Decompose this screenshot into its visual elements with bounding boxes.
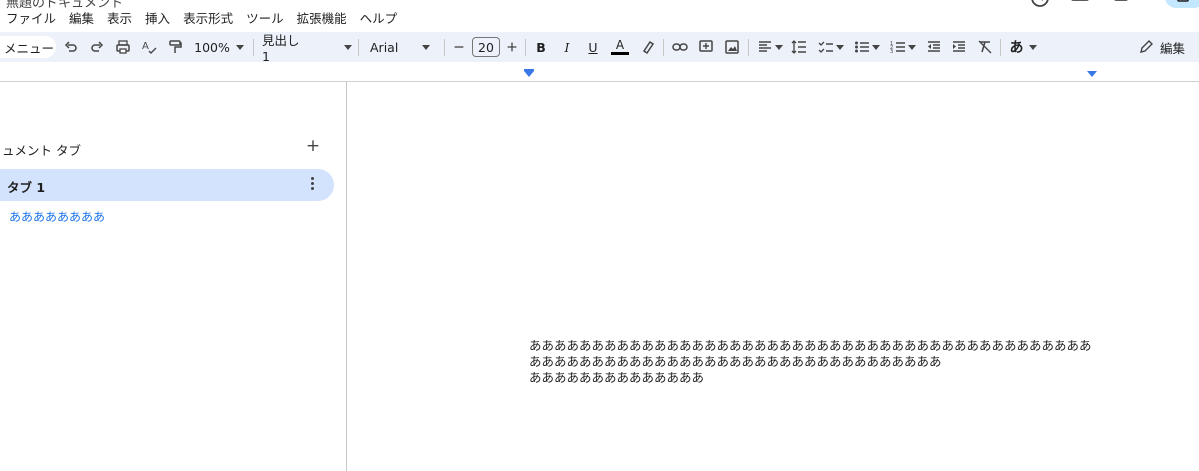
insert-image-button[interactable]: [723, 32, 741, 62]
more-vert-icon[interactable]: [308, 175, 316, 195]
sidebar-header: ュメント タブ: [2, 143, 81, 158]
top-right-actions: [999, 0, 1199, 12]
align-left-icon: [759, 41, 771, 52]
menu-format[interactable]: 表示形式: [183, 6, 239, 26]
menu-bar: ファイル 編集 表示 挿入 表示形式 ツール 拡張機能 ヘルプ: [0, 6, 410, 26]
bulleted-list-icon: [855, 41, 869, 53]
meet-icon[interactable]: [1113, 0, 1135, 12]
add-comment-button[interactable]: [697, 32, 715, 62]
divider: [358, 39, 359, 56]
paragraph-style-select[interactable]: 見出し 1: [262, 32, 352, 64]
divider: [525, 39, 526, 56]
ruler: [0, 62, 1199, 82]
left-indent-marker[interactable]: [524, 71, 534, 77]
checklist-icon: [818, 41, 833, 53]
chevron-down-icon: [908, 44, 916, 50]
outline-heading-link[interactable]: ああああああああ: [9, 208, 105, 225]
pencil-icon: [1140, 40, 1153, 53]
divider: [663, 39, 664, 56]
menu-help[interactable]: ヘルプ: [360, 6, 404, 26]
comment-icon[interactable]: [1069, 0, 1091, 12]
link-icon: [672, 43, 688, 51]
print-button[interactable]: [114, 32, 132, 62]
image-icon: [725, 40, 739, 54]
decrease-font-size-button[interactable]: [452, 32, 466, 62]
menu-insert[interactable]: 挿入: [145, 6, 176, 26]
doc-paragraph[interactable]: ああああああああああああああああああああああああああああああああああああああああ…: [529, 338, 1099, 370]
chevron-down-icon: [235, 44, 244, 50]
svg-text:3: 3: [890, 49, 893, 55]
zoom-select[interactable]: 100%: [192, 32, 246, 62]
divider: [444, 39, 445, 56]
text-color-swatch: [611, 52, 629, 55]
sidebar-tab-1[interactable]: タブ 1: [0, 169, 334, 201]
decrease-indent-button[interactable]: [925, 32, 943, 62]
font-select[interactable]: Arial: [370, 32, 440, 62]
menu-edit[interactable]: 編集: [69, 6, 100, 26]
line-spacing-icon: [791, 40, 806, 54]
line-spacing-button[interactable]: [790, 32, 808, 62]
divider: [253, 39, 254, 56]
increase-indent-button[interactable]: [950, 32, 968, 62]
divider: [1000, 39, 1001, 56]
highlight-button[interactable]: [640, 32, 656, 62]
spellcheck-icon: A: [142, 41, 157, 54]
undo-button[interactable]: [62, 32, 80, 62]
numbered-list-icon: 123: [890, 41, 905, 55]
svg-text:A: A: [142, 41, 149, 52]
font-size-input[interactable]: 20: [472, 37, 500, 57]
bold-button[interactable]: B: [534, 32, 548, 62]
increase-font-size-button[interactable]: [505, 32, 519, 62]
underline-button[interactable]: U: [586, 32, 600, 62]
input-tools-button[interactable]: あ: [1008, 32, 1038, 62]
decrease-indent-icon: [928, 41, 940, 52]
right-indent-marker[interactable]: [1087, 71, 1097, 77]
plus-icon: [507, 42, 517, 52]
chevron-down-icon: [836, 44, 844, 50]
toolbar: メニュー A 100% 見出し 1 Arial 20 B I U A 1 2 3…: [0, 32, 1199, 64]
chevron-down-icon: [1028, 44, 1037, 50]
print-icon: [116, 40, 130, 54]
paint-format-icon: [169, 40, 182, 53]
lock-icon: [1177, 0, 1189, 2]
spellcheck-button[interactable]: A: [140, 32, 158, 62]
history-icon[interactable]: [1029, 0, 1051, 12]
italic-button[interactable]: I: [560, 32, 574, 62]
add-comment-icon: [699, 40, 713, 52]
undo-icon: [64, 41, 77, 52]
clear-formatting-button[interactable]: [976, 32, 994, 62]
minus-icon: [454, 46, 464, 48]
bulleted-list-button[interactable]: [852, 32, 882, 62]
document-tabs-sidebar: ュメント タブ + タブ 1 ああああああああ: [0, 82, 347, 471]
divider: [748, 39, 749, 56]
increase-indent-icon: [953, 41, 965, 52]
menu-file[interactable]: ファイル: [6, 6, 62, 26]
redo-button[interactable]: [88, 32, 106, 62]
highlighter-icon: [642, 40, 655, 55]
editing-mode-button[interactable]: 編集: [1138, 32, 1185, 62]
menu-search-button[interactable]: メニュー: [0, 36, 56, 58]
menu-extensions[interactable]: 拡張機能: [297, 6, 353, 26]
chevron-down-icon: [344, 44, 352, 50]
insert-link-button[interactable]: [671, 32, 689, 62]
numbered-list-button[interactable]: 123: [888, 32, 918, 62]
redo-icon: [91, 41, 104, 52]
paint-format-button[interactable]: [166, 32, 184, 62]
add-tab-button[interactable]: +: [305, 136, 321, 156]
menu-view[interactable]: 表示: [107, 6, 138, 26]
checklist-button[interactable]: [816, 32, 846, 62]
share-button[interactable]: [1165, 0, 1199, 8]
document-body[interactable]: ああああああああああああああああああああああああああああああああああああああああ…: [529, 338, 1099, 386]
sidebar-tab-label: タブ 1: [7, 180, 46, 195]
doc-paragraph[interactable]: ああああああああああああああ: [529, 370, 1099, 386]
meet-dropdown-icon[interactable]: [1137, 0, 1147, 12]
text-color-button[interactable]: A: [610, 32, 630, 62]
menu-tools[interactable]: ツール: [246, 6, 290, 26]
clear-formatting-icon: [978, 40, 992, 54]
chevron-down-icon: [422, 44, 431, 50]
chevron-down-icon: [872, 44, 880, 50]
align-button[interactable]: [756, 32, 784, 62]
chevron-down-icon: [775, 44, 783, 50]
